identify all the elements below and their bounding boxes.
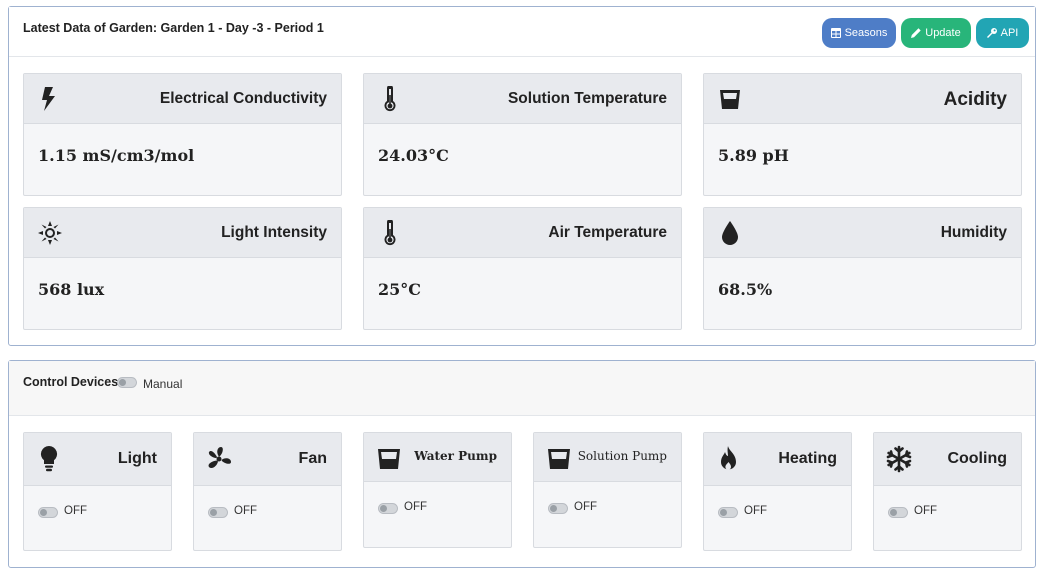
card-header: Light Intensity bbox=[24, 208, 341, 258]
humidity-card: Humidity 68.5% bbox=[703, 207, 1022, 330]
heating-toggle[interactable] bbox=[718, 507, 738, 518]
card-title: Humidity bbox=[940, 224, 1007, 241]
card-value: 68.5% bbox=[718, 280, 773, 299]
card-title: Light Intensity bbox=[221, 224, 327, 241]
bolt-icon bbox=[38, 86, 62, 112]
seasons-button[interactable]: Seasons bbox=[822, 18, 896, 48]
card-header: Acidity bbox=[704, 74, 1021, 124]
card-header: Solution Temperature bbox=[364, 74, 681, 124]
wrench-icon bbox=[986, 28, 997, 38]
cooling-toggle[interactable] bbox=[888, 507, 908, 518]
water-pump-toggle[interactable] bbox=[378, 503, 398, 514]
light-toggle[interactable] bbox=[38, 507, 58, 518]
card-value: 568 lux bbox=[38, 280, 105, 299]
latest-data-header: Latest Data of Garden: Garden 1 - Day -3… bbox=[9, 7, 1035, 57]
beaker-icon bbox=[546, 445, 572, 473]
card-header: Light bbox=[24, 433, 171, 486]
fan-icon bbox=[206, 445, 232, 473]
title-period-label: - Period bbox=[266, 21, 314, 35]
control-devices-title: Control Devices bbox=[23, 375, 119, 389]
latest-data-title: Latest Data of Garden: Garden 1 - Day -3… bbox=[23, 21, 324, 35]
update-button[interactable]: Update bbox=[901, 18, 971, 48]
card-title: Acidity bbox=[943, 89, 1007, 110]
card-header: Electrical Conductivity bbox=[24, 74, 341, 124]
device-card-fan: Fan OFF bbox=[193, 432, 342, 551]
card-header: Water Pump bbox=[364, 433, 511, 482]
droplet-icon bbox=[718, 220, 742, 246]
light-intensity-card: Light Intensity 568 lux bbox=[23, 207, 342, 330]
device-title: Solution Pump bbox=[577, 449, 667, 463]
card-header: Heating bbox=[704, 433, 851, 486]
device-title: Fan bbox=[298, 450, 327, 467]
card-title: Air Temperature bbox=[548, 224, 667, 241]
seasons-button-label: Seasons bbox=[844, 27, 888, 39]
device-state: OFF bbox=[234, 505, 257, 517]
snowflake-icon bbox=[886, 445, 912, 473]
period-number: 1 bbox=[316, 21, 324, 35]
card-header: Fan bbox=[194, 433, 341, 486]
thermometer-icon bbox=[378, 85, 402, 112]
acidity-card: Acidity 5.89 pH bbox=[703, 73, 1022, 196]
api-button-label: API bbox=[1000, 27, 1019, 39]
device-card-heating: Heating OFF bbox=[703, 432, 852, 551]
device-title: Light bbox=[117, 450, 157, 467]
device-card-solution-pump: Solution Pump OFF bbox=[533, 432, 682, 548]
table-icon bbox=[830, 28, 841, 38]
manual-label: Manual bbox=[143, 377, 183, 391]
card-title: Solution Temperature bbox=[507, 90, 667, 107]
beaker-icon bbox=[376, 445, 402, 473]
card-header: Humidity bbox=[704, 208, 1021, 258]
day-number: -3 bbox=[252, 21, 264, 35]
beaker-icon bbox=[718, 86, 742, 112]
title-day-label: - Day bbox=[218, 21, 249, 35]
device-state: OFF bbox=[64, 505, 87, 517]
card-value: 1.15 mS/cm3/mol bbox=[38, 146, 195, 165]
sun-icon bbox=[38, 220, 62, 246]
card-value: 25°C bbox=[378, 280, 421, 299]
device-card-water-pump: Water Pump OFF bbox=[363, 432, 512, 548]
device-title: Water Pump bbox=[414, 449, 497, 463]
air-temperature-card: Air Temperature 25°C bbox=[363, 207, 682, 330]
fan-toggle[interactable] bbox=[208, 507, 228, 518]
flame-icon bbox=[716, 445, 742, 473]
card-title: Electrical Conductivity bbox=[159, 90, 327, 107]
api-button[interactable]: API bbox=[976, 18, 1029, 48]
solution-temperature-card: Solution Temperature 24.03°C bbox=[363, 73, 682, 196]
lightbulb-icon bbox=[36, 445, 62, 473]
device-title: Cooling bbox=[947, 450, 1007, 467]
device-state: OFF bbox=[404, 501, 427, 513]
control-devices-header: Control Devices Manual bbox=[9, 361, 1035, 416]
card-header: Cooling bbox=[874, 433, 1021, 486]
device-state: OFF bbox=[574, 501, 597, 513]
electrical-conductivity-card: Electrical Conductivity 1.15 mS/cm3/mol bbox=[23, 73, 342, 196]
manual-toggle[interactable] bbox=[117, 377, 137, 388]
device-title: Heating bbox=[778, 450, 837, 467]
card-header: Solution Pump bbox=[534, 433, 681, 482]
card-header: Air Temperature bbox=[364, 208, 681, 258]
card-value: 5.89 pH bbox=[718, 146, 789, 165]
device-card-cooling: Cooling OFF bbox=[873, 432, 1022, 551]
device-state: OFF bbox=[914, 505, 937, 517]
garden-number: 1 bbox=[207, 21, 215, 35]
pencil-icon bbox=[911, 28, 921, 38]
update-button-label: Update bbox=[925, 27, 961, 39]
device-card-light: Light OFF bbox=[23, 432, 172, 551]
device-state: OFF bbox=[744, 505, 767, 517]
card-value: 24.03°C bbox=[378, 146, 449, 165]
solution-pump-toggle[interactable] bbox=[548, 503, 568, 514]
thermometer-icon bbox=[378, 219, 402, 246]
title-prefix: Latest Data of Garden: Garden bbox=[23, 21, 205, 35]
